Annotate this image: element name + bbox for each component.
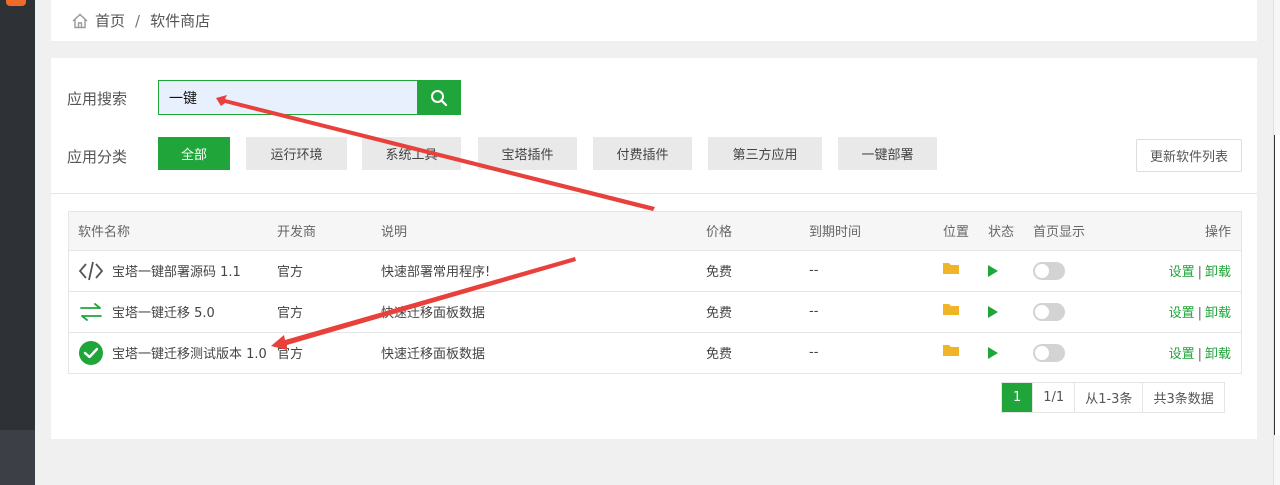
description: 快速迁移面板数据 xyxy=(381,347,486,363)
breadcrumb-home-link[interactable]: 首页 xyxy=(95,10,125,31)
action-separator: | xyxy=(1197,265,1202,280)
home-icon[interactable] xyxy=(71,12,89,30)
check-circle-icon xyxy=(78,340,104,366)
settings-link[interactable]: 设置 xyxy=(1169,306,1195,321)
homepage-display-toggle[interactable] xyxy=(1033,343,1065,362)
code-icon xyxy=(78,258,104,284)
breadcrumb-current: 软件商店 xyxy=(150,12,211,30)
category-label: 应用分类 xyxy=(67,148,128,166)
breadcrumb-separator: / xyxy=(135,11,141,30)
col-description: 说明 xyxy=(381,212,706,251)
search-box xyxy=(158,80,461,115)
category-paid-plugins-button[interactable]: 付费插件 xyxy=(593,137,692,170)
table-header-row: 软件名称 开发商 说明 价格 到期时间 位置 状态 首页显示 操作 xyxy=(69,212,1241,251)
description: 快速部署常用程序! xyxy=(381,250,706,292)
homepage-display-toggle[interactable] xyxy=(1033,302,1065,321)
expire-time: -- xyxy=(809,250,943,292)
action-separator: | xyxy=(1197,347,1202,363)
category-system-tools-button[interactable]: 系统工具 xyxy=(362,137,461,170)
pagination-range: 从1-3条 xyxy=(1075,383,1144,412)
col-developer: 开发商 xyxy=(277,212,381,251)
col-expire: 到期时间 xyxy=(809,212,943,251)
play-icon[interactable] xyxy=(988,264,998,277)
action-separator: | xyxy=(1197,306,1202,321)
software-store-panel: 应用搜索 应用分类 全部 运行环境 系统工具 宝塔插件 付费插件 第三方应用 一… xyxy=(51,58,1257,439)
play-icon[interactable] xyxy=(988,305,998,318)
folder-icon[interactable] xyxy=(943,344,960,357)
background-window-edge xyxy=(1273,0,1280,485)
refresh-software-list-button[interactable]: 更新软件列表 xyxy=(1136,139,1242,172)
pagination: 1 1/1 从1-3条 共3条数据 xyxy=(1001,382,1225,413)
col-name: 软件名称 xyxy=(69,212,277,251)
developer: 官方 xyxy=(277,347,304,363)
left-sidebar xyxy=(0,0,35,485)
expire-time: -- xyxy=(809,291,943,333)
uninstall-link[interactable]: 卸载 xyxy=(1205,306,1231,321)
folder-icon[interactable] xyxy=(943,262,960,275)
search-input[interactable] xyxy=(159,81,460,114)
description: 快速迁移面板数据 xyxy=(381,291,706,333)
price: 免费 xyxy=(706,291,809,333)
uninstall-link[interactable]: 卸载 xyxy=(1205,347,1231,362)
divider xyxy=(51,193,1257,194)
category-runtime-button[interactable]: 运行环境 xyxy=(246,137,347,170)
pagination-current-page[interactable]: 1 xyxy=(1002,383,1034,412)
developer: 官方 xyxy=(277,250,381,292)
sidebar-footer xyxy=(0,430,35,485)
breadcrumb: 首页 / 软件商店 xyxy=(51,0,1257,41)
col-actions: 操作 xyxy=(1133,212,1241,251)
table-row: 宝塔一键迁移 5.0 官方 快速迁移面板数据 免费 -- 设置 | 卸载 xyxy=(69,291,1241,333)
homepage-display-toggle[interactable] xyxy=(1033,261,1065,280)
col-homepage-display: 首页显示 xyxy=(1033,212,1133,251)
category-third-party-button[interactable]: 第三方应用 xyxy=(708,137,822,170)
notification-tab[interactable] xyxy=(6,0,26,6)
category-one-click-deploy-button[interactable]: 一键部署 xyxy=(838,137,937,170)
col-status: 状态 xyxy=(988,212,1033,251)
col-price: 价格 xyxy=(706,212,809,251)
price: 免费 xyxy=(706,347,733,363)
folder-icon[interactable] xyxy=(943,303,960,316)
table-row: 宝塔一键部署源码 1.1 官方 快速部署常用程序! 免费 -- 设置 | 卸载 xyxy=(69,250,1241,292)
pagination-pages: 1/1 xyxy=(1033,383,1076,412)
search-label: 应用搜索 xyxy=(67,90,128,108)
transfer-icon xyxy=(78,299,104,325)
software-name[interactable]: 宝塔一键部署源码 1.1 xyxy=(112,261,241,280)
expire-time: -- xyxy=(809,345,819,361)
uninstall-link[interactable]: 卸载 xyxy=(1205,265,1231,280)
settings-link[interactable]: 设置 xyxy=(1169,347,1195,362)
search-icon xyxy=(431,89,448,106)
software-table: 软件名称 开发商 说明 价格 到期时间 位置 状态 首页显示 操作 宝塔一键部署… xyxy=(68,211,1242,374)
software-name[interactable]: 宝塔一键迁移 5.0 xyxy=(112,302,215,321)
settings-link[interactable]: 设置 xyxy=(1169,265,1195,280)
search-button[interactable] xyxy=(417,80,461,115)
table-row: 宝塔一键迁移测试版本 1.0 官方 快速迁移面板数据 免费 -- 设置 | 卸载 xyxy=(69,332,1241,373)
category-all-button[interactable]: 全部 xyxy=(158,137,230,170)
price: 免费 xyxy=(706,250,809,292)
software-name[interactable]: 宝塔一键迁移测试版本 1.0 xyxy=(112,343,267,362)
pagination-total: 共3条数据 xyxy=(1153,392,1214,407)
col-location: 位置 xyxy=(943,212,988,251)
developer: 官方 xyxy=(277,291,381,333)
play-icon[interactable] xyxy=(988,346,998,359)
category-plugins-button[interactable]: 宝塔插件 xyxy=(478,137,577,170)
